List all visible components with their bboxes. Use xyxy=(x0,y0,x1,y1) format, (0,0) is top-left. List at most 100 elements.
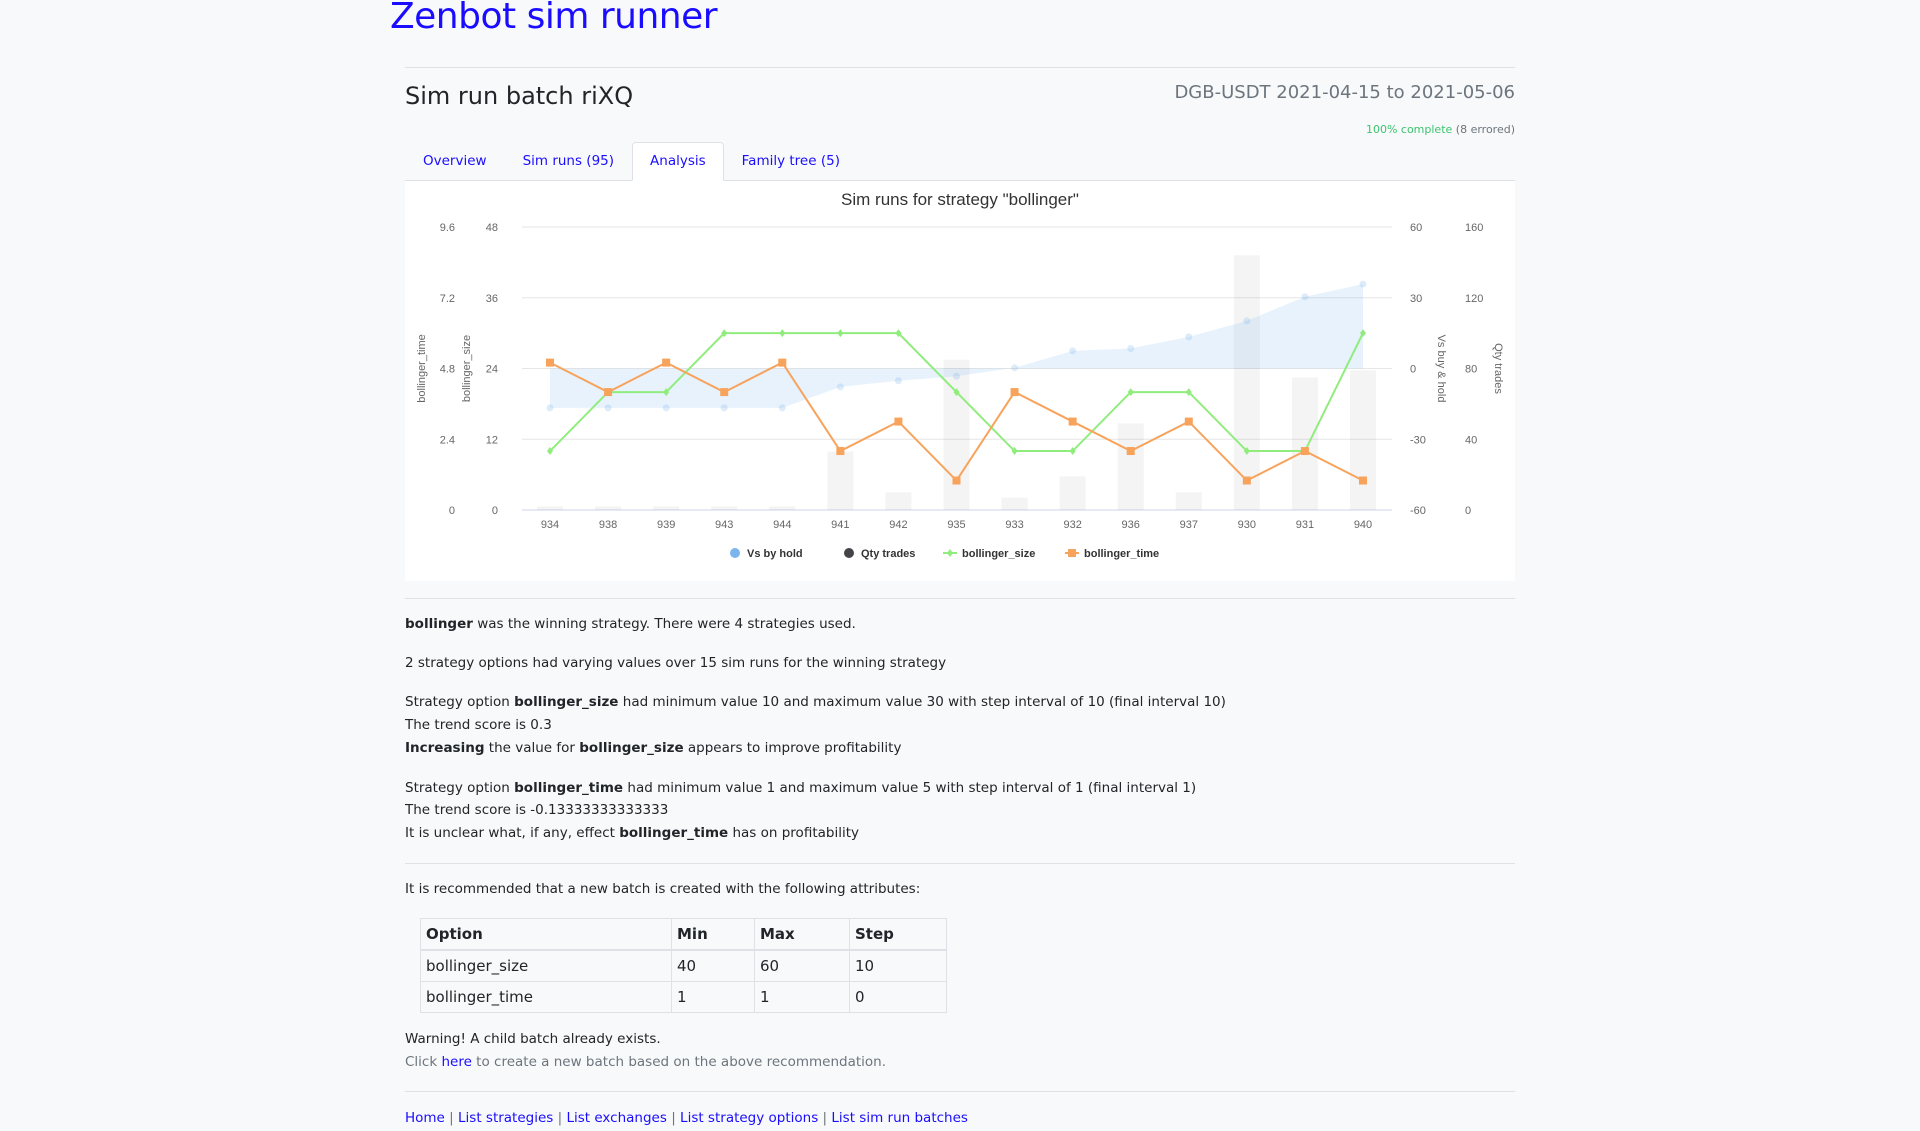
footer-link-strategy-options[interactable]: List strategy options xyxy=(680,1110,818,1126)
axis-tick-label: 12 xyxy=(486,434,498,446)
bollinger-time-point xyxy=(1300,447,1309,456)
qty-trades-bar xyxy=(1350,370,1376,510)
x-tick-label: 936 xyxy=(1122,519,1140,531)
separator: | xyxy=(818,1110,832,1126)
bollinger-time-point xyxy=(952,476,961,485)
vs-hold-point xyxy=(1301,293,1309,301)
qty-trades-bar xyxy=(1001,497,1028,510)
divider xyxy=(405,67,1515,68)
axis-tick-label: 0 xyxy=(449,505,455,517)
cell: 60 xyxy=(754,949,850,982)
legend-marker xyxy=(1068,549,1076,557)
bollinger-time-point xyxy=(894,417,903,426)
vs-hold-point xyxy=(720,404,728,412)
x-tick-label: 939 xyxy=(657,519,675,531)
text: Increasing xyxy=(405,740,485,756)
footer-link-exchanges[interactable]: List exchanges xyxy=(566,1110,666,1126)
option-size-verdict: Increasing the value for bollinger_size … xyxy=(405,740,901,756)
bollinger-time-point xyxy=(662,358,671,367)
col-option: Option xyxy=(420,918,672,951)
qty-trades-bar xyxy=(711,506,738,510)
vs-hold-point xyxy=(778,404,786,412)
vs-hold-point xyxy=(546,404,554,412)
footer-link-sim-run-batches[interactable]: List sim run batches xyxy=(831,1110,968,1126)
x-tick-label: 932 xyxy=(1063,519,1081,531)
cell: bollinger_time xyxy=(420,981,672,1013)
divider xyxy=(405,598,1515,599)
vs-hold-point xyxy=(1185,333,1193,341)
legend-marker xyxy=(730,548,740,558)
table-row: bollinger_size 40 60 10 xyxy=(420,949,947,982)
x-tick-label: 941 xyxy=(831,519,849,531)
x-tick-label: 931 xyxy=(1296,519,1314,531)
axis-tick-label: 2.4 xyxy=(440,434,455,446)
tab-overview[interactable]: Overview xyxy=(405,142,505,180)
progress-errored: (8 errored) xyxy=(1455,123,1515,136)
cell: 40 xyxy=(671,949,755,982)
progress-status: 100% complete (8 errored) xyxy=(1366,123,1515,136)
axis-tick-label: -60 xyxy=(1410,505,1426,517)
qty-trades-bar xyxy=(595,506,622,510)
axis-tick-label: 160 xyxy=(1465,222,1483,234)
footer-link-strategies[interactable]: List strategies xyxy=(458,1110,553,1126)
option-size-range: Strategy option bollinger_size had minim… xyxy=(405,694,1226,710)
footer-link-home[interactable]: Home xyxy=(405,1110,445,1126)
x-tick-label: 940 xyxy=(1354,519,1372,531)
cell: 0 xyxy=(849,981,947,1013)
bollinger-size-point xyxy=(837,329,844,338)
legend-label: bollinger_size xyxy=(962,548,1035,560)
bollinger-size-point xyxy=(779,329,786,338)
option-name: bollinger_time xyxy=(514,780,624,796)
bollinger-time-point xyxy=(720,388,729,397)
vs-hold-point xyxy=(1069,347,1077,355)
progress-complete: 100% complete xyxy=(1365,123,1453,136)
cell: 1 xyxy=(754,981,850,1013)
x-tick-label: 938 xyxy=(599,519,617,531)
axis-tick-label: 24 xyxy=(486,364,498,376)
col-max: Max xyxy=(754,918,850,951)
cell: bollinger_size xyxy=(420,949,672,982)
x-tick-label: 942 xyxy=(889,519,907,531)
varying-text: 2 strategy options had varying values ov… xyxy=(405,655,947,671)
site-title-link[interactable]: Zenbot sim runner xyxy=(390,0,718,37)
axis-tick-label: 0 xyxy=(1465,505,1471,517)
axis-tick-label: 48 xyxy=(486,222,498,234)
axis-title: bollinger_time xyxy=(416,334,428,402)
legend-label: Qty trades xyxy=(861,548,915,560)
axis-tick-label: 30 xyxy=(1410,293,1422,305)
option-name: bollinger_size xyxy=(514,694,619,710)
separator: | xyxy=(666,1110,681,1126)
vs-hold-point xyxy=(1127,344,1135,352)
qty-trades-bar xyxy=(537,506,563,510)
x-tick-label: 930 xyxy=(1238,519,1256,531)
vs-hold-point xyxy=(894,377,902,385)
bollinger-time-point xyxy=(1126,447,1135,456)
bollinger-time-point xyxy=(836,447,845,456)
bollinger-time-point xyxy=(1184,417,1193,426)
divider xyxy=(405,863,1515,864)
divider xyxy=(405,1091,1515,1092)
legend-label: bollinger_time xyxy=(1084,548,1159,560)
option-time-trend: The trend score is -0.13333333333333 xyxy=(405,802,669,818)
table-header-row: Option Min Max Step xyxy=(420,918,947,951)
x-tick-label: 937 xyxy=(1180,519,1198,531)
axis-tick-label: 36 xyxy=(486,293,498,305)
axis-title: Qty trades xyxy=(1492,343,1504,394)
option-name: bollinger_size xyxy=(579,740,684,756)
axis-tick-label: 0 xyxy=(492,505,498,517)
tab-analysis[interactable]: Analysis xyxy=(632,142,724,181)
vs-hold-point xyxy=(604,404,612,412)
tab-sim-runs[interactable]: Sim runs (95) xyxy=(505,142,632,180)
separator: | xyxy=(553,1110,567,1126)
axis-tick-label: 7.2 xyxy=(440,293,455,305)
bollinger-time-point xyxy=(1242,476,1251,485)
table-row: bollinger_time 1 1 0 xyxy=(420,981,947,1013)
tab-family-tree[interactable]: Family tree (5) xyxy=(724,142,858,180)
text: had minimum value 10 and maximum value 3… xyxy=(618,694,1226,710)
legend-marker xyxy=(844,548,854,558)
vs-hold-point xyxy=(1243,317,1251,325)
axis-tick-label: 120 xyxy=(1465,293,1483,305)
text: had minimum value 1 and maximum value 5 … xyxy=(623,780,1197,796)
x-tick-label: 934 xyxy=(541,519,559,531)
create-batch-link[interactable]: here xyxy=(441,1054,471,1070)
